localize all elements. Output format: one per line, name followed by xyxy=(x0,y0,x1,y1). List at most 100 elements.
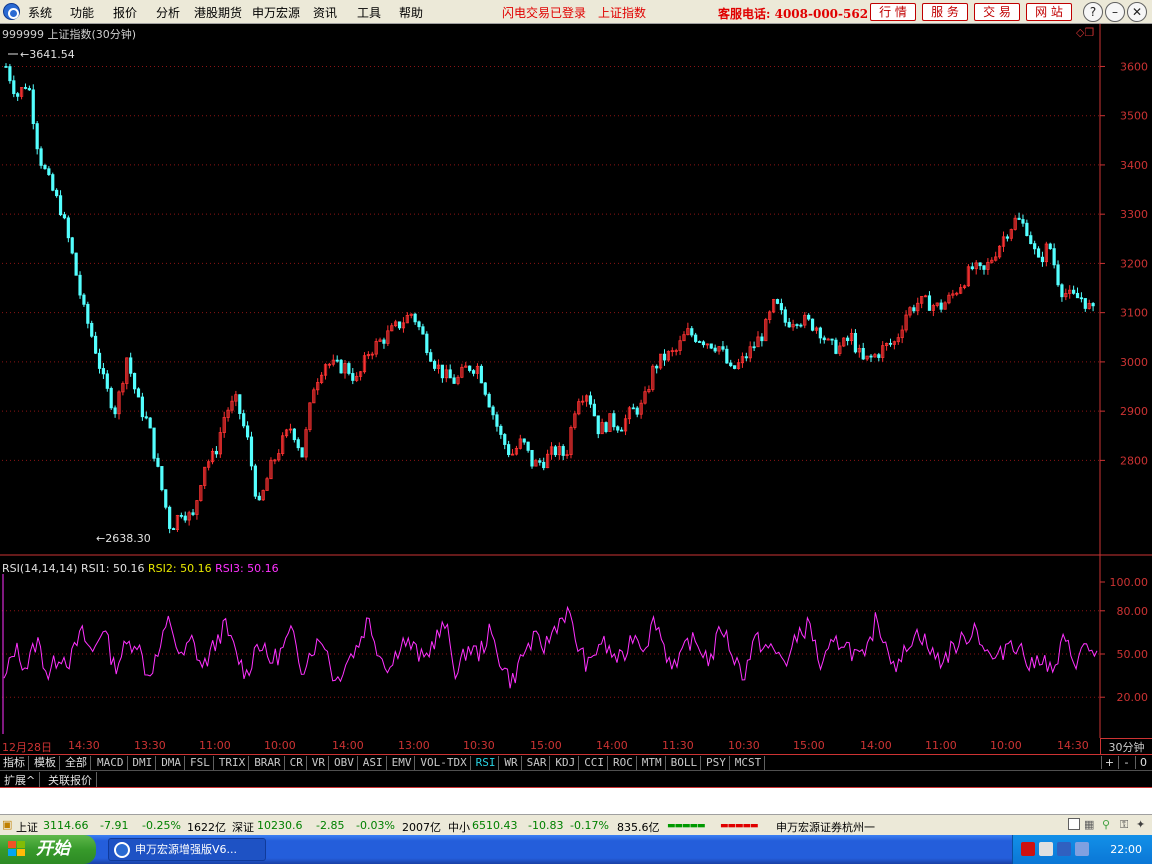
service-button[interactable]: 服 务 xyxy=(922,3,968,21)
candle-body xyxy=(912,307,916,312)
menu-analysis[interactable]: 分析 xyxy=(156,4,180,21)
tab-wr[interactable]: WR xyxy=(501,756,522,770)
tab-vol-tdx[interactable]: VOL-TDX xyxy=(417,756,471,770)
tools-icon[interactable]: ✦ xyxy=(1136,818,1145,831)
menu-hk-futures[interactable]: 港股期货 xyxy=(194,4,242,21)
zx-amount: 835.6亿 xyxy=(617,821,660,834)
time-tick-label: 11:00 xyxy=(199,739,231,752)
tab-rsi[interactable]: RSI xyxy=(473,756,500,770)
tab-macd[interactable]: MACD xyxy=(94,756,128,770)
notepad-icon[interactable] xyxy=(1068,818,1080,830)
candle-body xyxy=(725,348,729,364)
taskbar-app-item[interactable]: 申万宏源增强版V6... xyxy=(108,838,266,861)
time-tick-label: 10:30 xyxy=(463,739,495,752)
market-breadth-up-icon: ▬▬▬▬▬ xyxy=(667,821,706,831)
tab-brar[interactable]: BRAR xyxy=(251,756,285,770)
candle-body xyxy=(74,252,78,276)
sh-amount: 1622亿 xyxy=(187,821,226,834)
chart-area[interactable]: 2800 2900 3000 3100 3200 3300 3400 3500 3600 20.0… xyxy=(0,24,1152,738)
extension-row: 扩展^ 关联报价 xyxy=(0,770,1152,788)
tab-asi[interactable]: ASI xyxy=(360,756,387,770)
rsi3-line xyxy=(3,605,1098,689)
rsi-tick-label: 100.00 xyxy=(1110,576,1149,589)
price-tick-label: 3000 xyxy=(1120,356,1148,369)
rsi-header: RSI(14,14,14) RSI1: 50.16 RSI2: 50.16 RS… xyxy=(2,562,279,575)
candle-body xyxy=(697,341,702,343)
candle-body xyxy=(140,396,144,418)
tab-fsl[interactable]: FSL xyxy=(187,756,214,770)
menu-quote[interactable]: 报价 xyxy=(113,4,137,21)
menu-function[interactable]: 功能 xyxy=(70,4,94,21)
rsi3-label: RSI3: xyxy=(215,562,244,575)
candle-body xyxy=(191,512,195,515)
candle-body xyxy=(775,299,780,304)
candle-body xyxy=(1091,303,1095,307)
tab-left-1[interactable]: 模板 xyxy=(31,756,60,770)
menu-info[interactable]: 资讯 xyxy=(313,4,337,21)
price-tick-label: 3600 xyxy=(1120,60,1148,73)
tab-trix[interactable]: TRIX xyxy=(216,756,250,770)
tab-cr[interactable]: CR xyxy=(287,756,307,770)
trade-button[interactable]: 交 易 xyxy=(974,3,1020,21)
lock-icon[interactable]: ⚿ xyxy=(1120,818,1128,832)
chart-options-icon[interactable]: ◇❐ xyxy=(1076,26,1094,39)
signal-icon[interactable]: ⚲ xyxy=(1102,818,1110,831)
candle-body xyxy=(526,441,530,451)
candle-body xyxy=(499,425,503,435)
tab-mcst[interactable]: MCST xyxy=(732,756,766,770)
candle-body xyxy=(1075,292,1080,299)
candle-body xyxy=(156,457,160,467)
candle-body xyxy=(249,436,254,467)
tab-sar[interactable]: SAR xyxy=(524,756,551,770)
tab-dma[interactable]: DMA xyxy=(158,756,186,770)
tray-app-icon[interactable] xyxy=(1021,842,1035,856)
tab-cci[interactable]: CCI xyxy=(581,756,609,770)
menu-help[interactable]: 帮助 xyxy=(399,4,423,21)
candle-body xyxy=(982,265,986,270)
tab-control-2[interactable]: 0 xyxy=(1135,756,1151,769)
tab-control-0[interactable]: + xyxy=(1101,756,1117,769)
candle-body xyxy=(179,515,183,517)
extend-tab[interactable]: 扩展^ xyxy=(0,772,41,788)
market-button[interactable]: 行 情 xyxy=(870,3,916,21)
rsi-name: RSI(14,14,14) xyxy=(2,562,78,575)
time-tick-label: 14:30 xyxy=(1057,739,1089,752)
tab-control-1[interactable]: - xyxy=(1118,756,1134,769)
tab-psy[interactable]: PSY xyxy=(703,756,730,770)
candle-body xyxy=(491,406,495,416)
start-button[interactable]: 开始 xyxy=(0,835,96,864)
tab-boll[interactable]: BOLL xyxy=(668,756,702,770)
period-selector[interactable]: 30分钟 xyxy=(1100,738,1152,754)
menu-shenwan[interactable]: 申万宏源 xyxy=(252,4,300,21)
candle-body xyxy=(810,318,815,331)
tray-misc-icon[interactable] xyxy=(1075,842,1089,856)
chart-canvas[interactable]: 2800 2900 3000 3100 3200 3300 3400 3500 3600 20.0… xyxy=(0,24,1152,738)
candle-body xyxy=(238,394,242,415)
candle-body xyxy=(425,333,429,354)
menu-tools[interactable]: 工具 xyxy=(357,4,381,21)
menu-system[interactable]: 系统 xyxy=(28,4,52,21)
tab-dmi[interactable]: DMI xyxy=(129,756,157,770)
minimize-icon[interactable]: – xyxy=(1105,2,1125,22)
tab-kdj[interactable]: KDJ xyxy=(552,756,580,770)
close-icon[interactable]: ✕ xyxy=(1127,2,1147,22)
tab-left-0[interactable]: 指标 xyxy=(0,756,29,770)
candle-body xyxy=(1036,248,1041,258)
website-button[interactable]: 网 站 xyxy=(1026,3,1072,21)
help-icon[interactable]: ? xyxy=(1083,2,1103,22)
sh-label: 上证 xyxy=(16,821,38,834)
related-quote-tab[interactable]: 关联报价 xyxy=(44,772,97,788)
tab-mtm[interactable]: MTM xyxy=(639,756,666,770)
volume-icon[interactable] xyxy=(1039,842,1053,856)
candle-body xyxy=(822,337,826,341)
tab-obv[interactable]: OBV xyxy=(331,756,358,770)
tab-emv[interactable]: EMV xyxy=(389,756,416,770)
candle-body xyxy=(795,324,799,326)
tab-vr[interactable]: VR xyxy=(309,756,330,770)
network-icon[interactable] xyxy=(1057,842,1071,856)
candle-body xyxy=(662,353,667,361)
tab-roc[interactable]: ROC xyxy=(610,756,637,770)
status-menu-icon[interactable]: ▣ xyxy=(2,818,12,831)
calculator-icon[interactable]: ▦ xyxy=(1084,818,1094,831)
tab-left-2[interactable]: 全部 xyxy=(62,756,91,770)
